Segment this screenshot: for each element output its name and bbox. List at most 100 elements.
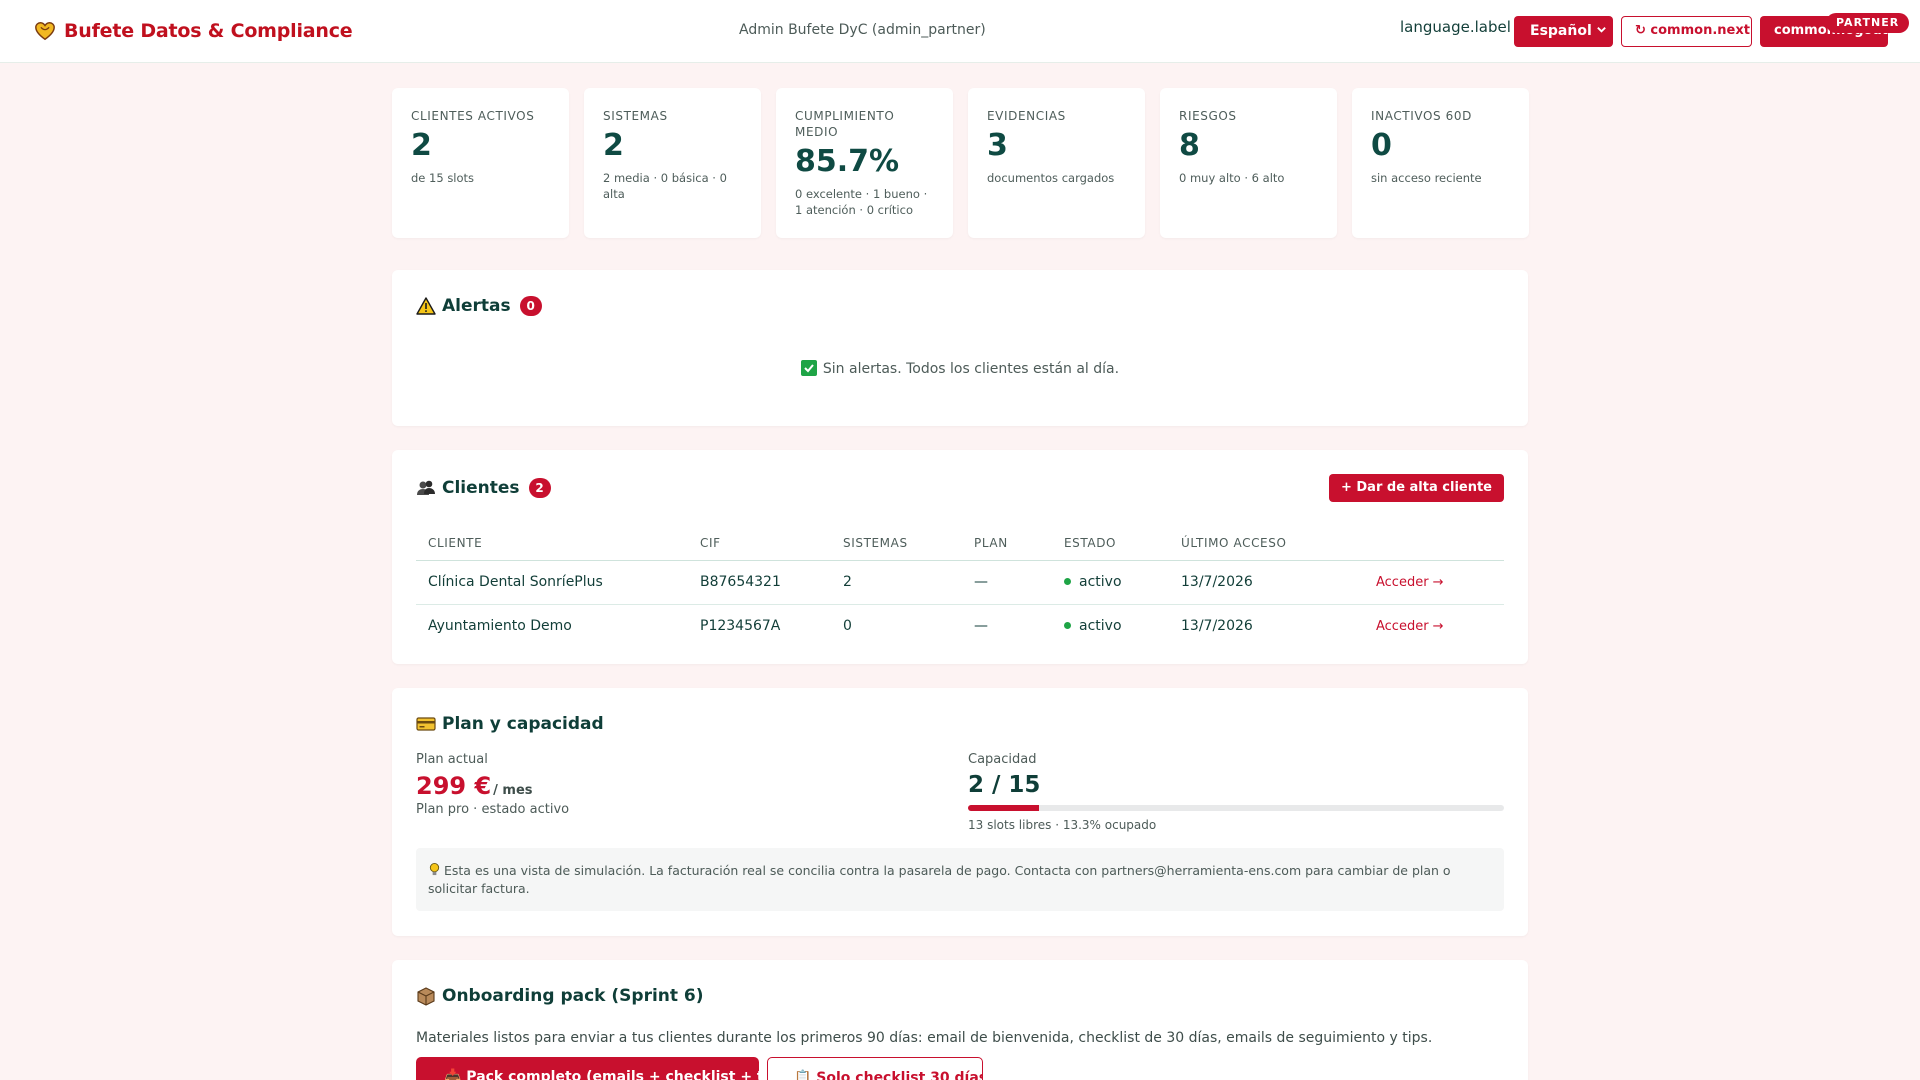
credit-card-icon (416, 717, 436, 731)
client-cif: B87654321 (688, 560, 831, 605)
stat-value: 0 (1371, 128, 1392, 163)
client-status: activo (1052, 604, 1169, 648)
clients-title-text: Clientes (442, 478, 520, 498)
stat-card-risks: RIESGOS 8 0 muy alto · 6 alto (1160, 88, 1337, 238)
column-header-actions (1364, 526, 1504, 561)
capacity-progress-fill (968, 805, 1040, 811)
column-header-last-access[interactable]: ÚLTIMO ACCESO (1169, 526, 1364, 561)
onboarding-title-text: Onboarding pack (Sprint 6) (442, 986, 704, 1006)
clients-panel: Clientes 2 + Dar de alta cliente CLIENTE… (392, 450, 1528, 664)
clients-table: CLIENTE CIF SISTEMAS PLAN ESTADO ÚLTIMO … (416, 526, 1504, 648)
heart-shield-icon (35, 22, 55, 41)
alerts-empty-message: Sin alertas. Todos los clientes están al… (392, 360, 1528, 377)
stat-card-systems: SISTEMAS 2 2 media · 0 básica · 0 alta (584, 88, 761, 238)
stat-value: 3 (987, 128, 1008, 163)
client-name: Ayuntamiento Demo (428, 618, 572, 635)
add-client-button[interactable]: + Dar de alta cliente (1328, 474, 1504, 502)
client-last-access: 13/7/2026 (1181, 618, 1253, 635)
access-client-link[interactable]: Acceder → (1376, 619, 1444, 634)
language-select[interactable]: Español (1514, 16, 1613, 47)
simulation-note-text: Esta es una vista de simulación. La fact… (428, 863, 1451, 896)
stat-sub: 2 media · 0 básica · 0 alta (603, 171, 727, 201)
access-client-link[interactable]: Acceder → (1376, 575, 1444, 590)
plan-price: 299 € / mes (416, 772, 533, 800)
stat-card-evidence: EVIDENCIAS 3 documentos cargados (968, 88, 1145, 238)
onboarding-description: Materiales listos para enviar a tus clie… (416, 1030, 1433, 1046)
stat-label: SISTEMAS (603, 109, 668, 123)
column-header-plan[interactable]: PLAN (962, 526, 1052, 561)
column-header-cif[interactable]: CIF (688, 526, 831, 561)
client-status-text: activo (1079, 618, 1122, 635)
stat-sub: documentos cargados (987, 171, 1115, 185)
capacity-progress-bar (968, 805, 1504, 811)
stat-label: CLIENTES ACTIVOS (411, 109, 535, 123)
column-header-systems[interactable]: SISTEMAS (831, 526, 962, 561)
current-user: Admin Bufete DyC (admin_partner) (739, 22, 986, 38)
table-row: Clínica Dental SonríePlus B87654321 2 — … (416, 560, 1504, 605)
stat-card-inactive: INACTIVOS 60D 0 sin acceso reciente (1352, 88, 1529, 238)
client-action-cell: Acceder → (1364, 560, 1504, 605)
next-button[interactable]: ↻ common.next (1621, 16, 1752, 47)
partner-badge: PARTNER (1826, 13, 1910, 33)
language-select-value: Español (1530, 23, 1592, 39)
client-cif: P1234567A (700, 618, 781, 635)
alerts-count-badge: 0 (519, 296, 542, 316)
plan-price-value: 299 € (416, 772, 492, 800)
stat-label: RIESGOS (1179, 109, 1237, 123)
status-dot-icon (1064, 622, 1071, 630)
download-checklist-button[interactable]: 📋 Solo checklist 30 días (767, 1057, 983, 1080)
stat-card-compliance: CUMPLIMIENTO MEDIO 85.7% 0 excelente · 1… (776, 88, 953, 238)
stat-sub: sin acceso reciente (1371, 171, 1482, 185)
stat-sub: 0 excelente · 1 bueno · 1 atención · 0 c… (795, 187, 928, 217)
lightbulb-icon (429, 863, 440, 876)
client-status-text: activo (1079, 574, 1122, 590)
client-systems: 0 (843, 618, 852, 635)
plan-panel: Plan y capacidad Plan actual 299 € / mes … (392, 688, 1528, 936)
table-row: Ayuntamiento Demo P1234567A 0 — activo 1… (416, 604, 1504, 648)
stat-sub: 0 muy alto · 6 alto (1179, 171, 1285, 185)
plan-subtitle: Plan pro · estado activo (416, 802, 570, 817)
stat-card-active-clients: CLIENTES ACTIVOS 2 de 15 slots (392, 88, 569, 238)
plan-price-unit: / mes (493, 783, 533, 798)
stat-value: 85.7% (795, 144, 900, 179)
stat-sub: de 15 slots (411, 171, 475, 185)
stat-value: 2 (411, 128, 432, 163)
clients-title: Clientes 2 (416, 478, 551, 498)
capacity-value: 2 / 15 (968, 772, 1041, 798)
alerts-panel: Alertas 0 Sin alertas. Todos los cliente… (392, 270, 1528, 426)
column-header-client[interactable]: CLIENTE (416, 526, 688, 561)
onboarding-title: Onboarding pack (Sprint 6) (416, 986, 704, 1006)
client-systems: 2 (831, 560, 962, 605)
client-last-access: 13/7/2026 (1169, 560, 1364, 605)
users-icon (417, 480, 435, 495)
alerts-empty-text: Sin alertas. Todos los clientes están al… (822, 361, 1120, 377)
brand-name: Bufete Datos & Compliance (64, 20, 353, 42)
simulation-note: Esta es una vista de simulación. La fact… (416, 848, 1504, 911)
table-header-row: CLIENTE CIF SISTEMAS PLAN ESTADO ÚLTIMO … (416, 526, 1504, 561)
client-plan: — (962, 560, 1052, 605)
client-name: Clínica Dental SonríePlus (416, 560, 688, 605)
onboarding-panel: Onboarding pack (Sprint 6) Materiales li… (392, 960, 1528, 1080)
client-plan: — (974, 618, 988, 635)
client-status: activo (1052, 560, 1169, 605)
stat-label: CUMPLIMIENTO MEDIO (795, 109, 895, 139)
stat-label: INACTIVOS 60D (1371, 109, 1472, 123)
chevron-down-icon (1597, 27, 1606, 33)
check-icon (800, 360, 817, 376)
stat-label: EVIDENCIAS (987, 109, 1066, 123)
capacity-subtitle: 13 slots libres · 13.3% ocupado (968, 818, 1157, 832)
package-icon (417, 987, 435, 1006)
stat-value: 8 (1179, 128, 1200, 163)
alerts-title: Alertas 0 (416, 296, 542, 316)
brand[interactable]: Bufete Datos & Compliance (34, 20, 353, 42)
capacity-label: Capacidad (968, 752, 1037, 767)
clients-count-badge: 2 (528, 478, 551, 498)
column-header-status[interactable]: ESTADO (1052, 526, 1169, 561)
plan-title-text: Plan y capacidad (442, 714, 604, 734)
current-plan-label: Plan actual (416, 752, 488, 767)
language-label: language.label (1400, 18, 1511, 36)
download-full-pack-button[interactable]: 📥 Pack completo (emails + checklist + ti… (416, 1057, 759, 1080)
top-header: Bufete Datos & Compliance Admin Bufete D… (0, 0, 1920, 63)
warning-icon (416, 297, 436, 315)
alerts-title-text: Alertas (442, 296, 511, 316)
